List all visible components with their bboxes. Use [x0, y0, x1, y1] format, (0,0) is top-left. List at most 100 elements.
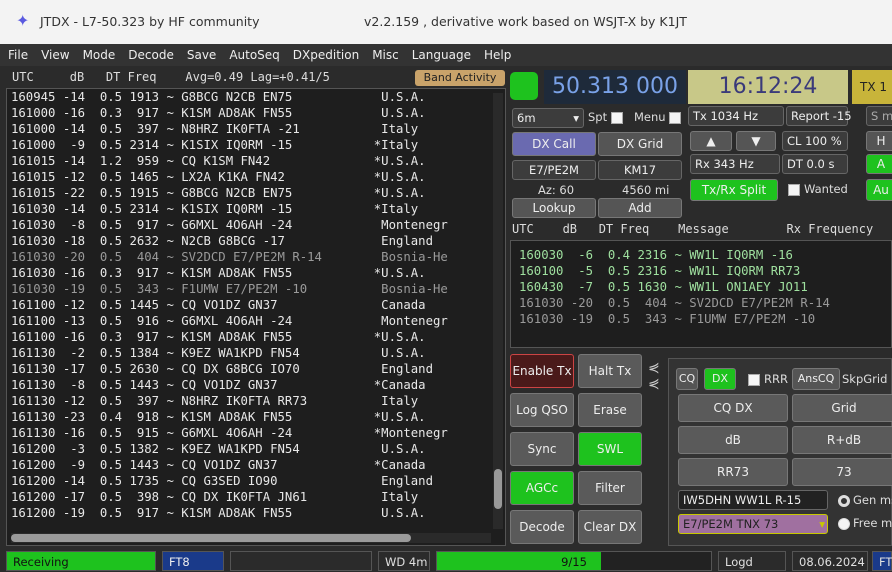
menu-file[interactable]: File [8, 48, 28, 62]
menu-autoseq[interactable]: AutoSeq [229, 48, 279, 62]
dx-grid-button[interactable]: DX Grid [598, 132, 682, 156]
decode-row[interactable]: 160945 -14 0.5 1913 ~ G8BCG N2CB EN75 U.… [7, 89, 505, 105]
decode-row[interactable]: 161130 -17 0.5 2630 ~ CQ DX G8BCG IO70 E… [7, 361, 505, 377]
grid-button[interactable]: Grid [792, 394, 892, 422]
decode-row[interactable]: 161130 -2 0.5 1384 ~ K9EZ WA1KPD FN54 U.… [7, 345, 505, 361]
menu-misc[interactable]: Misc [372, 48, 399, 62]
decode-row[interactable]: 161130 -12 0.5 397 ~ N8HRZ IK0FTA RR73 I… [7, 393, 505, 409]
r-db-button[interactable]: R+dB [792, 426, 892, 454]
decode-row[interactable]: 161015 -22 0.5 1915 ~ G8BCG N2CB EN75 *U… [7, 185, 505, 201]
rrr-label[interactable]: RRR [748, 372, 788, 386]
decode-row[interactable]: 161200 -9 0.5 1443 ~ CQ VO1DZ GN37 *Cana… [7, 457, 505, 473]
tab-arrow-icon-2[interactable]: ⋞ [648, 376, 660, 392]
rrr-checkbox[interactable] [748, 373, 760, 386]
decode-row[interactable]: 161030 -18 0.5 2632 ~ N2CB G8BCG -17 Eng… [7, 233, 505, 249]
dx-grid-field[interactable]: KM17 [598, 160, 682, 180]
decode-row[interactable]: 161200 -14 0.5 1735 ~ CQ G3SED IO90 Engl… [7, 473, 505, 489]
decode-row[interactable]: 161200 -19 0.5 917 ~ K1SM AD8AK FN55 U.S… [7, 505, 505, 521]
decode-row[interactable]: 161030 -14 0.5 2314 ~ K1SIX IQ0RM -15 *I… [7, 201, 505, 217]
rx-decode-row[interactable]: 160430 -7 0.5 1630 ~ WW1L ON1AEY JO11 [511, 279, 891, 295]
auto-button[interactable]: Au [866, 179, 892, 201]
agcc-button[interactable]: AGCc [510, 471, 574, 505]
txrx-split-button[interactable]: Tx/Rx Split [690, 179, 778, 201]
menu-label[interactable]: Menu [634, 110, 685, 124]
generated-message-field[interactable]: IW5DHN WW1L R-15 [678, 490, 828, 510]
rr73-button[interactable]: RR73 [678, 458, 788, 486]
swl-mode-button[interactable]: SWL mode [578, 432, 642, 488]
decode-row[interactable]: 161100 -13 0.5 916 ~ G6MXL 4O6AH -24 Mon… [7, 313, 505, 329]
a-button[interactable]: A [866, 154, 892, 174]
rx-decode-row[interactable]: 160030 -6 0.4 2316 ~ WW1L IQ0RM -16 [511, 247, 891, 263]
add-button[interactable]: Add [598, 198, 682, 218]
free-msg-radio[interactable]: Free ms [838, 516, 892, 530]
clear-dx-button[interactable]: Clear DX [578, 510, 642, 544]
report-spinbox[interactable]: Report -15 [786, 106, 852, 126]
decode-button[interactable]: Decode [510, 510, 574, 544]
decode-row[interactable]: 161015 -14 1.2 959 ~ CQ K1SM FN42 *U.S.A… [7, 153, 505, 169]
spt-label[interactable]: Spt [588, 110, 627, 124]
wanted-checkbox[interactable] [788, 183, 800, 196]
monitor-indicator[interactable] [510, 72, 538, 100]
dx-call-button[interactable]: DX Call [512, 132, 596, 156]
dx-call-field[interactable]: E7/PE2M [512, 160, 596, 180]
menu-help[interactable]: Help [484, 48, 511, 62]
freq-up-button[interactable]: ▲ [690, 131, 732, 151]
freq-down-button[interactable]: ▼ [736, 131, 776, 151]
rx-decode-row[interactable]: 161030 -20 0.5 404 ~ SV2DCD E7/PE2M R-14 [511, 295, 891, 311]
decode-row[interactable]: 161015 -12 0.5 1465 ~ LX2A K1KA FN42 *U.… [7, 169, 505, 185]
decode-row[interactable]: 161200 -3 0.5 1382 ~ K9EZ WA1KPD FN54 U.… [7, 441, 505, 457]
erase-button[interactable]: Erase [578, 393, 642, 427]
menu-dxpedition[interactable]: DXpedition [293, 48, 359, 62]
h-button[interactable]: H [866, 131, 892, 151]
rx-decode-row[interactable]: 160100 -5 0.5 2316 ~ WW1L IQ0RM RR73 [511, 263, 891, 279]
decode-row[interactable]: 161130 -23 0.4 918 ~ K1SM AD8AK FN55 *U.… [7, 409, 505, 425]
rx-decode-row[interactable]: 161030 -19 0.5 343 ~ F1UMW E7/PE2M -10 [511, 311, 891, 327]
decode-row[interactable]: 161000 -16 0.3 917 ~ K1SM AD8AK FN55 U.S… [7, 105, 505, 121]
tx1-button[interactable]: TX 1 [852, 70, 892, 104]
band-select[interactable]: 6m ▾ [512, 108, 584, 128]
decode-row[interactable]: 161130 -16 0.5 915 ~ G6MXL 4O6AH -24 *Mo… [7, 425, 505, 441]
gen-msg-radio[interactable]: Gen msg [838, 493, 892, 507]
decode-row[interactable]: 161030 -16 0.3 917 ~ K1SM AD8AK FN55 *U.… [7, 265, 505, 281]
s-msg-field[interactable]: S me [866, 106, 892, 126]
menu-mode[interactable]: Mode [83, 48, 116, 62]
skpgrid-label[interactable]: SkpGrid [842, 372, 887, 386]
decode-row[interactable]: 161100 -16 0.3 917 ~ K1SM AD8AK FN55 *U.… [7, 329, 505, 345]
menu-save[interactable]: Save [187, 48, 216, 62]
rx-frequency-list[interactable]: 160030 -6 0.4 2316 ~ WW1L IQ0RM -16 16010… [510, 240, 892, 348]
halt-tx-button[interactable]: Halt Tx [578, 354, 642, 388]
decode-row[interactable]: 161000 -9 0.5 2314 ~ K1SIX IQ0RM -15 *It… [7, 137, 505, 153]
cq-button[interactable]: CQ [676, 368, 698, 390]
decode-row[interactable]: 161200 -17 0.5 398 ~ CQ DX IK0FTA JN61 I… [7, 489, 505, 505]
log-qso-button[interactable]: Log QSO [510, 393, 574, 427]
decode-row[interactable]: 161030 -20 0.5 404 ~ SV2DCD E7/PE2M R-14… [7, 249, 505, 265]
vertical-scrollbar[interactable] [493, 93, 503, 529]
lookup-button[interactable]: Lookup [512, 198, 596, 218]
spt-checkbox[interactable] [610, 111, 623, 124]
free-message-select[interactable]: E7/PE2M TNX 73 ▾ [678, 514, 828, 534]
menu-checkbox[interactable] [669, 111, 682, 124]
decode-row[interactable]: 161030 -8 0.5 917 ~ G6MXL 4O6AH -24 Mont… [7, 217, 505, 233]
band-activity-list[interactable]: 160945 -14 0.5 1913 ~ G8BCG N2CB EN75 U.… [6, 88, 506, 546]
anscq-button[interactable]: AnsCQ [792, 368, 840, 390]
filter-button[interactable]: Filter [578, 471, 642, 505]
menu-language[interactable]: Language [412, 48, 471, 62]
decode-row[interactable]: 161000 -14 0.5 397 ~ N8HRZ IK0FTA -21 It… [7, 121, 505, 137]
tx-freq-spinbox[interactable]: Tx 1034 Hz [688, 106, 784, 126]
seventy-three-button[interactable]: 73 [792, 458, 892, 486]
horizontal-scrollbar[interactable] [11, 533, 491, 543]
dt-spinbox[interactable]: DT 0.0 s [782, 154, 848, 174]
db-button[interactable]: dB [678, 426, 788, 454]
band-activity-label[interactable]: Band Activity [415, 70, 505, 86]
wanted-label[interactable]: Wanted [788, 182, 848, 196]
menu-view[interactable]: View [41, 48, 69, 62]
decode-row[interactable]: 161100 -12 0.5 1445 ~ CQ VO1DZ GN37 Cana… [7, 297, 505, 313]
decode-row[interactable]: 161130 -8 0.5 1443 ~ CQ VO1DZ GN37 *Cana… [7, 377, 505, 393]
enable-tx-button[interactable]: Enable Tx [510, 354, 574, 388]
decode-row[interactable]: 161030 -19 0.5 343 ~ F1UMW E7/PE2M -10 B… [7, 281, 505, 297]
tab-arrow-icon[interactable]: ⋞ [648, 360, 660, 376]
sync-button[interactable]: Sync [510, 432, 574, 466]
dx-button[interactable]: DX [704, 368, 736, 390]
cq-dx-button[interactable]: CQ DX [678, 394, 788, 422]
menu-decode[interactable]: Decode [128, 48, 174, 62]
